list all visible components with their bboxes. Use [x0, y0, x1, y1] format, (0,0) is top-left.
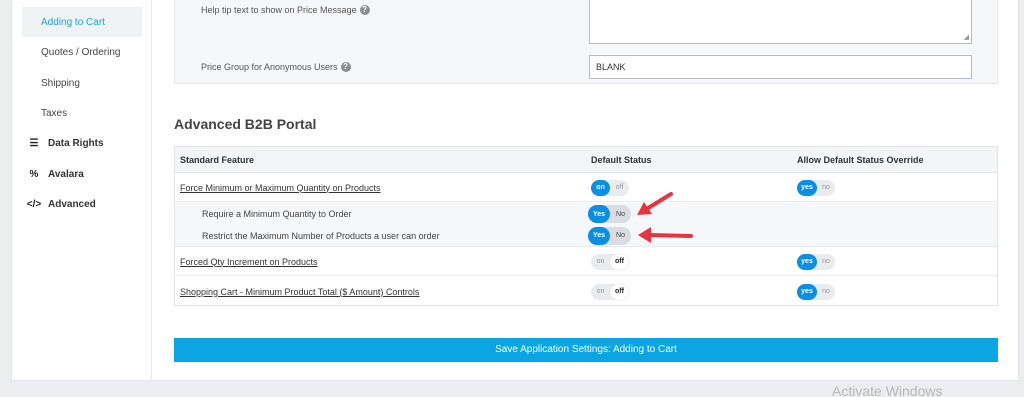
toggle-on-option[interactable]: on [591, 254, 610, 270]
help-tip-textarea[interactable]: ◢ [589, 0, 972, 44]
help-tip-field-label: Help tip text to show on Price Message ? [201, 5, 370, 15]
toggle-off-option[interactable]: off [610, 283, 629, 300]
code-icon: </> [26, 198, 42, 210]
price-group-label-text: Price Group for Anonymous Users [201, 62, 338, 72]
column-header-default-status: Default Status [591, 154, 652, 165]
toggle-yes-option[interactable]: Yes [588, 205, 610, 223]
table-row: Forced Qty Increment on Products on off … [175, 248, 997, 276]
override-toggle[interactable]: yes no [797, 179, 835, 196]
table-row: Shopping Cart - Minimum Product Total ($… [175, 277, 997, 306]
override-toggle[interactable]: yes no [797, 253, 835, 270]
price-group-input[interactable]: BLANK [589, 55, 972, 79]
toggle-off-option[interactable]: off [610, 253, 629, 270]
annotation-arrow-icon [637, 192, 673, 215]
toggle-yes-option[interactable]: yes [797, 283, 817, 300]
feature-link[interactable]: Shopping Cart - Minimum Product Total ($… [180, 287, 419, 297]
table-row: Force Minimum or Maximum Quantity on Pro… [175, 174, 997, 202]
sidebar-item-adding-to-cart[interactable]: Adding to Cart [22, 7, 142, 37]
section-title: Advanced B2B Portal [174, 116, 317, 132]
subfeature-label: Require a Minimum Quantity to Order [202, 209, 352, 219]
toggle-off-option[interactable]: off [610, 180, 629, 196]
toggle-yes-option[interactable]: yes [797, 253, 817, 270]
sidebar-item-label: Taxes [41, 107, 68, 119]
override-toggle[interactable]: yes no [797, 283, 835, 300]
column-header-feature: Standard Feature [180, 154, 255, 165]
sidebar-item-label: Shipping [41, 77, 80, 89]
sidebar: Adding to Cart Quotes / Ordering Shippin… [12, 0, 152, 381]
sidebar-item-advanced[interactable]: </> Advanced [22, 189, 142, 219]
table-subrow: Require a Minimum Quantity to Order Yes … [175, 203, 997, 225]
sidebar-item-label: Adding to Cart [41, 16, 105, 28]
help-tip-label-text: Help tip text to show on Price Message [201, 5, 357, 15]
percent-icon: % [29, 168, 39, 180]
price-group-field-label: Price Group for Anonymous Users ? [201, 62, 351, 72]
help-icon[interactable]: ? [340, 62, 351, 72]
activate-windows-watermark: Activate Windows [832, 383, 943, 397]
price-settings-box: Help tip text to show on Price Message ?… [174, 0, 998, 84]
table-header-row: Standard Feature Default Status Allow De… [175, 147, 997, 173]
toggle-no-option[interactable]: No [610, 205, 631, 223]
sidebar-item-data-rights[interactable]: ☰ Data Rights [22, 128, 142, 158]
sidebar-item-label: Quotes / Ordering [41, 46, 121, 58]
feature-link[interactable]: Force Minimum or Maximum Quantity on Pro… [180, 183, 381, 193]
resize-grip-icon[interactable]: ◢ [964, 33, 969, 41]
toggle-no-option[interactable]: No [610, 227, 631, 245]
feature-table: Standard Feature Default Status Allow De… [174, 146, 998, 306]
sidebar-item-label: Avalara [48, 168, 84, 180]
table-subrow: Restrict the Maximum Number of Products … [175, 225, 997, 247]
toggle-on-option[interactable]: on [591, 284, 610, 300]
toggle-yes-option[interactable]: yes [797, 179, 817, 196]
toggle-no-option[interactable]: no [817, 284, 835, 300]
subfeature-toggle[interactable]: Yes No [588, 205, 631, 223]
toggle-no-option[interactable]: no [817, 254, 835, 270]
sidebar-item-shipping[interactable]: Shipping [22, 68, 142, 98]
subfeature-label: Restrict the Maximum Number of Products … [202, 230, 440, 241]
default-status-toggle[interactable]: on off [591, 283, 629, 300]
database-icon: ☰ [29, 137, 39, 149]
sidebar-item-label: Advanced [48, 198, 96, 210]
sidebar-item-label: Data Rights [48, 137, 104, 149]
default-status-toggle[interactable]: on off [591, 179, 629, 196]
toggle-yes-option[interactable]: Yes [588, 226, 610, 245]
sidebar-item-taxes[interactable]: Taxes [22, 98, 142, 128]
help-icon[interactable]: ? [359, 5, 370, 15]
sidebar-item-avalara[interactable]: % Avalara [22, 159, 142, 189]
save-settings-button[interactable]: Save Application Settings: Adding to Car… [174, 338, 998, 362]
toggle-no-option[interactable]: no [817, 180, 835, 196]
default-status-toggle[interactable]: on off [591, 253, 629, 270]
feature-link[interactable]: Forced Qty Increment on Products [180, 257, 318, 267]
sidebar-item-quotes-ordering[interactable]: Quotes / Ordering [22, 37, 142, 67]
toggle-on-option[interactable]: on [591, 179, 610, 196]
column-header-override: Allow Default Status Override [797, 154, 924, 165]
annotation-arrow-icon [638, 227, 693, 243]
subfeature-toggle[interactable]: Yes No [588, 226, 631, 245]
